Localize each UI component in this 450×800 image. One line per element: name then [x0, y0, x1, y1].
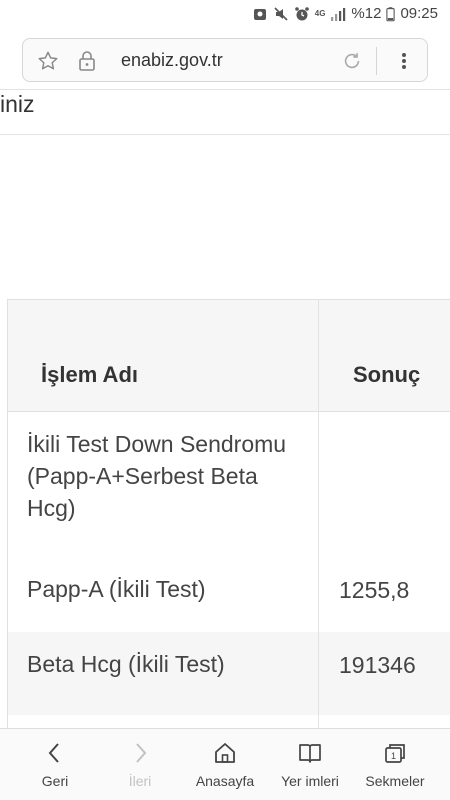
table-row: Beta Hcg (İkili Test) 191346 [7, 632, 450, 715]
nav-label: İleri [128, 773, 152, 789]
back-icon [48, 743, 59, 763]
operation-name-cell: Beta Hcg (İkili Test) [27, 651, 225, 677]
battery-icon [386, 6, 396, 21]
nav-back-button[interactable]: Geri [10, 729, 100, 800]
header-result: Sonuç [353, 362, 421, 387]
network-type: 4G [314, 8, 326, 18]
more-menu-icon[interactable] [397, 50, 411, 72]
reload-icon[interactable] [341, 50, 363, 72]
signal-icon [331, 7, 346, 21]
bookmark-star-icon[interactable] [37, 50, 59, 72]
home-icon [215, 743, 235, 763]
screen: 4G %12 09:25 enabiz.gov.tr iniz İşlem Ad… [0, 0, 450, 800]
nav-home-button[interactable]: Anasayfa [180, 729, 270, 800]
clock: 09:25 [400, 5, 438, 22]
alarm-icon [294, 6, 309, 20]
nav-label: Sekmeler [365, 773, 425, 789]
nav-forward-button[interactable]: İleri [95, 729, 185, 800]
operation-name-cell: İkili Test Down Sendromu (Papp-A+Serbest… [27, 431, 287, 521]
table-row [7, 715, 450, 728]
url-text[interactable]: enabiz.gov.tr [121, 50, 223, 71]
mute-icon [274, 6, 288, 21]
nav-tabs-button[interactable]: 1 Sekmeler [350, 729, 440, 800]
divider [0, 134, 450, 135]
notification-icon [253, 8, 266, 20]
column-divider [318, 299, 319, 728]
table-row: Papp-A (İkili Test) 1255,8 [7, 551, 450, 632]
nav-label: Geri [41, 773, 69, 789]
browser-bottom-nav: Geri İleri Anasayfa Yer imleri 1 Sekmele… [0, 728, 450, 800]
nav-label: Yer imleri [281, 773, 339, 789]
svg-text:1: 1 [391, 751, 396, 761]
header-operation-name: İşlem Adı [41, 362, 138, 387]
tabs-icon: 1 [385, 744, 405, 763]
address-bar[interactable]: enabiz.gov.tr [22, 38, 428, 82]
result-cell: 1255,8 [339, 577, 410, 603]
result-cell: 191346 [339, 652, 416, 678]
table-left-border [7, 299, 8, 728]
divider [376, 47, 377, 75]
status-bar: 4G %12 09:25 [0, 0, 450, 30]
nav-bookmarks-button[interactable]: Yer imleri [265, 729, 355, 800]
browser-toolbar: enabiz.gov.tr [0, 30, 450, 90]
battery-percent: %12 [351, 5, 382, 22]
bookmarks-icon [299, 744, 321, 763]
web-page: iniz İşlem Adı Sonuç İkili Test Down Sen… [0, 91, 450, 728]
lock-icon [79, 51, 95, 71]
table-header: İşlem Adı Sonuç [7, 299, 450, 412]
operation-name-cell: Papp-A (İkili Test) [27, 576, 206, 602]
nav-label: Anasayfa [195, 773, 255, 789]
status-icons: 4G %12 09:25 [252, 5, 438, 22]
table-row: İkili Test Down Sendromu (Papp-A+Serbest… [7, 412, 450, 551]
page-heading-partial: iniz [0, 91, 35, 117]
forward-icon [136, 743, 147, 763]
